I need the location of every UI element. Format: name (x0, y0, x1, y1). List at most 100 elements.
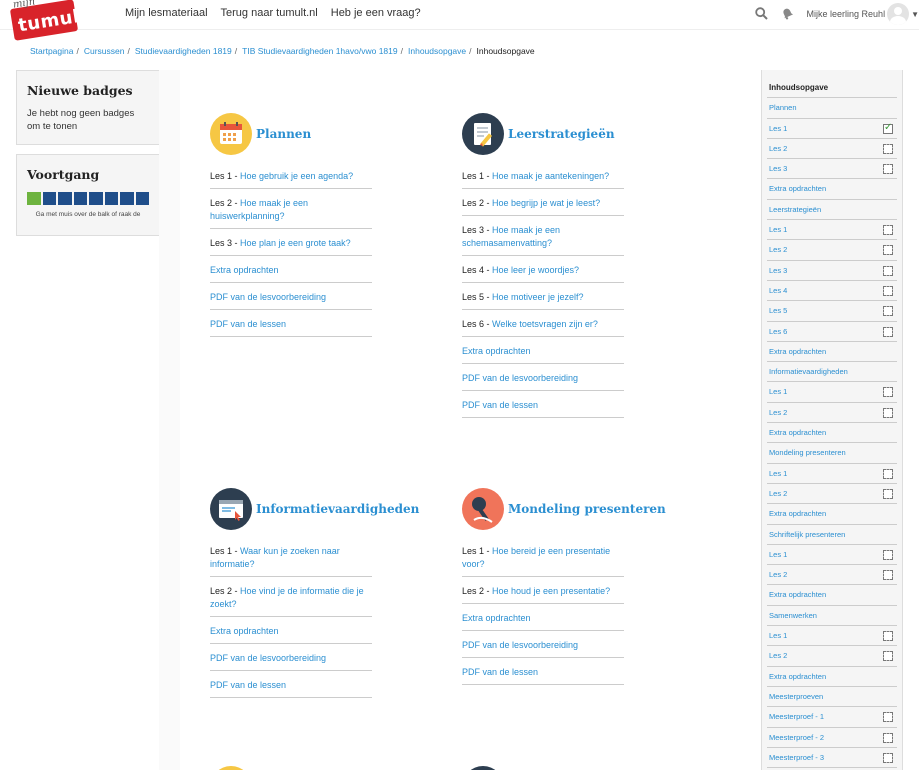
toc-item[interactable]: Les 2 (767, 139, 897, 160)
toc-item[interactable]: Extra opdrachten (767, 585, 897, 606)
extra-opdrachten-link[interactable]: Extra opdrachten (462, 613, 531, 623)
pdf-lessen-link[interactable]: PDF van de lessen (210, 319, 286, 329)
pdf-lessen-link[interactable]: PDF van de lessen (462, 400, 538, 410)
lesson-link[interactable]: Hoe begrijp je wat je leest? (492, 198, 600, 208)
toc-item[interactable]: Meesterproeven (767, 687, 897, 708)
completion-checkbox-icon[interactable] (883, 387, 893, 398)
progress-segment[interactable] (120, 192, 134, 205)
toc-item[interactable]: Les 1 (767, 119, 897, 139)
lesson-link[interactable]: Hoe plan je een grote taak? (240, 238, 351, 248)
toc-item[interactable]: Les 3 (767, 159, 897, 180)
toc-item[interactable]: Les 1 (767, 220, 897, 241)
toc-item[interactable]: Les 5 (767, 301, 897, 322)
lesson-link[interactable]: Hoe motiveer je jezelf? (492, 292, 584, 302)
search-icon[interactable] (755, 7, 769, 21)
section-title[interactable]: Mondeling presenteren (508, 502, 666, 516)
toc-item[interactable]: Les 3 (767, 261, 897, 281)
completed-checkbox-icon[interactable] (883, 122, 893, 134)
notification-bell-icon[interactable] (781, 7, 795, 21)
completion-checkbox-icon[interactable] (883, 143, 893, 154)
toc-item[interactable]: Informatievaardigheden (767, 362, 897, 383)
pdf-lessen-link[interactable]: PDF van de lessen (462, 667, 538, 677)
toc-item[interactable]: Schriftelijk presenteren (767, 525, 897, 545)
completion-checkbox-icon[interactable] (883, 164, 893, 175)
toc-item[interactable]: Extra opdrachten (767, 342, 897, 363)
breadcrumb-course[interactable]: TIB Studievaardigheden 1havo/vwo 1819 (242, 46, 397, 56)
lesson-link[interactable]: Welke toetsvragen zijn er? (492, 319, 598, 329)
toc-item[interactable]: Plannen (767, 98, 897, 119)
toc-item[interactable]: Les 1 (767, 382, 897, 403)
pdf-lesvoorbereiding-link[interactable]: PDF van de lesvoorbereiding (462, 373, 578, 383)
lesson-link[interactable]: Hoe houd je een presentatie? (492, 586, 610, 596)
lesson-link[interactable]: Hoe maak je aantekeningen? (492, 171, 609, 181)
progress-segment[interactable] (135, 192, 149, 205)
completion-checkbox-icon[interactable] (883, 245, 893, 256)
completion-checkbox-icon[interactable] (883, 306, 893, 317)
progress-segment[interactable] (58, 192, 72, 205)
progress-segment[interactable] (42, 192, 56, 205)
breadcrumb-cursussen[interactable]: Cursussen (84, 46, 125, 56)
toc-item[interactable]: Meesterproef - 3 (767, 748, 897, 769)
toc-item[interactable]: Les 2 (767, 240, 897, 261)
completion-checkbox-icon[interactable] (883, 285, 893, 296)
extra-opdrachten-link[interactable]: Extra opdrachten (210, 265, 279, 275)
completion-checkbox-icon[interactable] (883, 326, 893, 337)
toc-item[interactable]: Extra opdrachten (767, 423, 897, 444)
toc-item[interactable]: Leerstrategieën (767, 200, 897, 221)
tumult-logo[interactable]: mijn tumult (9, 0, 90, 41)
pdf-lesvoorbereiding-link[interactable]: PDF van de lesvoorbereiding (210, 292, 326, 302)
progress-segment[interactable] (104, 192, 118, 205)
pdf-lessen-link[interactable]: PDF van de lessen (210, 680, 286, 690)
toc-item[interactable]: Extra opdrachten (767, 667, 897, 687)
toc-item[interactable]: Les 2 (767, 403, 897, 424)
completion-checkbox-icon[interactable] (883, 631, 893, 642)
progress-bar[interactable] (27, 192, 149, 205)
completion-checkbox-icon[interactable] (883, 732, 893, 743)
breadcrumb-section[interactable]: Inhoudsopgave (408, 46, 466, 56)
completion-checkbox-icon[interactable] (883, 752, 893, 763)
section-title[interactable]: Plannen (256, 127, 311, 141)
user-avatar[interactable] (887, 3, 910, 25)
completion-checkbox-icon[interactable] (883, 265, 893, 276)
section-title[interactable]: Leerstrategieën (508, 127, 615, 141)
section-title[interactable]: Informatievaardigheden (256, 502, 419, 516)
user-menu-caret-icon[interactable]: ▼ (911, 10, 919, 19)
toc-item[interactable]: Les 1 (767, 545, 897, 566)
nav-mijn-lesmateriaal[interactable]: Mijn lesmateriaal (125, 7, 208, 19)
toc-item[interactable]: Samenwerken (767, 606, 897, 627)
progress-segment[interactable] (73, 192, 87, 205)
completion-checkbox-icon[interactable] (883, 407, 893, 418)
toc-item[interactable]: Les 6 (767, 322, 897, 342)
completion-checkbox-icon[interactable] (883, 570, 893, 581)
lesson-link[interactable]: Hoe gebruik je een agenda? (240, 171, 353, 181)
breadcrumb-startpagina[interactable]: Startpagina (30, 46, 73, 56)
completion-checkbox-icon[interactable] (883, 468, 893, 479)
extra-opdrachten-link[interactable]: Extra opdrachten (210, 626, 279, 636)
toc-item[interactable]: Les 2 (767, 565, 897, 586)
pdf-lesvoorbereiding-link[interactable]: PDF van de lesvoorbereiding (462, 640, 578, 650)
nav-terug-naar-tumult[interactable]: Terug naar tumult.nl (221, 7, 318, 19)
pdf-lesvoorbereiding-link[interactable]: PDF van de lesvoorbereiding (210, 653, 326, 663)
toc-item[interactable]: Meesterproef - 1 (767, 707, 897, 728)
completion-checkbox-icon[interactable] (883, 651, 893, 662)
completion-checkbox-icon[interactable] (883, 225, 893, 236)
toc-item[interactable]: Les 1 (767, 464, 897, 484)
progress-segment[interactable] (89, 192, 103, 205)
user-name[interactable]: Mijke leerling Reuhl (807, 9, 886, 19)
lesson-link[interactable]: Hoe leer je woordjes? (492, 265, 579, 275)
nav-heb-je-een-vraag[interactable]: Heb je een vraag? (331, 7, 421, 19)
toc-item[interactable]: Mondeling presenteren (767, 443, 897, 464)
toc-item[interactable]: Meesterproef - 2 (767, 728, 897, 748)
extra-opdrachten-link[interactable]: Extra opdrachten (462, 346, 531, 356)
toc-item[interactable]: Les 1 (767, 626, 897, 647)
toc-item[interactable]: Extra opdrachten (767, 179, 897, 200)
progress-segment[interactable] (27, 192, 41, 205)
breadcrumb-course-category[interactable]: Studievaardigheden 1819 (135, 46, 232, 56)
completion-checkbox-icon[interactable] (883, 712, 893, 723)
toc-item[interactable]: Les 4 (767, 281, 897, 302)
toc-item[interactable]: Les 2 (767, 484, 897, 505)
toc-item[interactable]: Les 2 (767, 646, 897, 667)
completion-checkbox-icon[interactable] (883, 488, 893, 499)
toc-item[interactable]: Extra opdrachten (767, 504, 897, 525)
completion-checkbox-icon[interactable] (883, 549, 893, 560)
